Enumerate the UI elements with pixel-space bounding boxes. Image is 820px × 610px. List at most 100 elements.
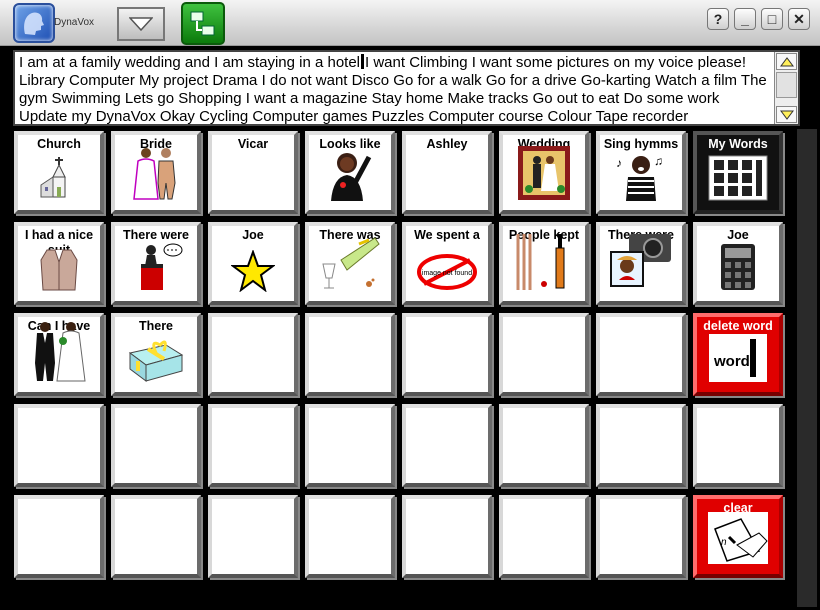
grid-button-i-had-a-nice-suit[interactable]: I had a nice suit — [14, 222, 104, 305]
message-text-before-caret: I am at a family wedding and I am stayin… — [19, 54, 361, 71]
help-icon: ? — [713, 11, 723, 27]
grid-button-delete-word[interactable]: delete word word — [693, 313, 783, 396]
grid-button-bride[interactable]: Bride — [111, 131, 201, 214]
grid-button-empty[interactable] — [208, 404, 298, 487]
svg-text:n: n — [721, 537, 727, 548]
message-scrollbar[interactable] — [774, 52, 798, 124]
speaking-head-icon — [24, 12, 44, 35]
grid-button-empty[interactable] — [305, 404, 395, 487]
dynavox-logo-button[interactable] — [13, 3, 55, 43]
grid-button-people-kept[interactable]: People kept — [499, 222, 589, 305]
clear-hand-icon: n — [707, 511, 769, 570]
grid-button-joe[interactable]: Joe — [208, 222, 298, 305]
grid-button-my-words[interactable]: My Words — [693, 131, 783, 214]
grid-button-there[interactable]: There — [111, 313, 201, 396]
grid-button-there-were[interactable]: There were — [111, 222, 201, 305]
button-label: Church — [37, 137, 81, 151]
suit-icon — [39, 248, 79, 297]
singing-person-icon: ♪ ♫ — [616, 151, 666, 206]
grid-button-joe[interactable]: Joe — [693, 222, 783, 305]
grid-button-can-i-have[interactable]: Can I have — [14, 313, 104, 396]
grid-button-we-spent-a[interactable]: We spent a image not found — [402, 222, 492, 305]
grid-button-empty[interactable] — [693, 404, 783, 487]
button-label: Vicar — [237, 137, 269, 151]
scroll-thumb[interactable] — [776, 72, 797, 98]
button-label: Joe — [727, 228, 749, 242]
grid-button-empty[interactable] — [14, 404, 104, 487]
button-label: We spent a — [414, 228, 480, 242]
grid-button-empty[interactable] — [499, 404, 589, 487]
grid-button-empty[interactable] — [596, 404, 686, 487]
image-not-found-icon: image not found — [416, 252, 478, 297]
church-icon — [39, 155, 79, 206]
page-flow-icon — [190, 11, 215, 36]
button-label: Joe — [242, 228, 264, 242]
gift-icon — [126, 333, 186, 388]
grid-button-empty[interactable] — [499, 495, 589, 578]
grid-button-empty[interactable] — [111, 495, 201, 578]
grid-button-empty[interactable] — [402, 313, 492, 396]
grid-button-wedding[interactable]: Wedding — [499, 131, 589, 214]
grid-button-empty[interactable] — [208, 495, 298, 578]
champagne-icon — [319, 234, 381, 297]
close-button[interactable]: ✕ — [788, 8, 810, 30]
button-label: My Words — [708, 137, 768, 151]
person-pointing-icon — [325, 149, 375, 206]
help-button[interactable]: ? — [707, 8, 729, 30]
arrow-down-icon — [780, 110, 794, 120]
speaker-podium-icon — [129, 242, 183, 297]
grid-button-there-were[interactable]: There were — [596, 222, 686, 305]
menu-dropdown-button[interactable] — [117, 7, 165, 41]
scroll-down-button[interactable] — [776, 106, 797, 123]
svg-text:♪: ♪ — [616, 156, 622, 170]
grid-button-empty[interactable] — [208, 313, 298, 396]
button-label: There — [138, 319, 174, 333]
grid-button-looks-like[interactable]: Looks like — [305, 131, 395, 214]
scroll-up-button[interactable] — [776, 53, 797, 70]
arrow-up-icon — [780, 57, 794, 67]
chevron-down-icon — [129, 17, 153, 31]
close-icon: ✕ — [793, 10, 805, 27]
grid-button-empty[interactable] — [402, 404, 492, 487]
grid-button-empty[interactable] — [111, 404, 201, 487]
grid-button-empty[interactable] — [305, 495, 395, 578]
delete-word-icon: word — [708, 333, 768, 388]
camera-icon — [609, 230, 673, 297]
button-label: There were — [122, 228, 189, 242]
svg-text:♫: ♫ — [654, 154, 663, 168]
word-image-text: word — [713, 353, 750, 370]
grid-button-empty[interactable] — [14, 495, 104, 578]
wedding-photo-icon — [517, 145, 571, 206]
text-caret — [361, 54, 365, 69]
grid-button-sing-hymms[interactable]: Sing hymms ♪ ♫ — [596, 131, 686, 214]
maximize-button[interactable]: □ — [761, 8, 783, 30]
button-grid: Church Bride Vicar Looks like Ashley Wedding S… — [14, 131, 794, 594]
button-label: delete word — [703, 319, 773, 333]
grid-button-church[interactable]: Church — [14, 131, 104, 214]
maximize-icon: □ — [767, 11, 777, 27]
bride-groom-icon — [128, 143, 184, 206]
wedding-couple-icon — [29, 319, 89, 388]
grid-button-clear[interactable]: clear n — [693, 495, 783, 578]
grid-button-empty[interactable] — [499, 313, 589, 396]
button-label: Sing hymms — [603, 137, 679, 151]
message-text[interactable]: I am at a family wedding and I am stayin… — [19, 54, 771, 124]
not-found-text: image not found — [422, 270, 472, 277]
minimize-icon: _ — [741, 11, 749, 27]
minimize-button[interactable]: _ — [734, 8, 756, 30]
message-window[interactable]: I am at a family wedding and I am stayin… — [13, 50, 800, 126]
button-label: Ashley — [426, 137, 468, 151]
grid-button-empty[interactable] — [402, 495, 492, 578]
grid-button-empty[interactable] — [596, 495, 686, 578]
grid-frame-edge — [797, 129, 817, 607]
title-bar: DynaVox ? _ □ ✕ — [0, 0, 820, 46]
calculator-icon — [719, 242, 757, 297]
cricket-icon — [512, 230, 576, 297]
grid-button-empty[interactable] — [596, 313, 686, 396]
grid-button-there-was[interactable]: There was — [305, 222, 395, 305]
page-navigation-button[interactable] — [181, 2, 225, 45]
app-name: DynaVox — [54, 17, 95, 28]
grid-button-empty[interactable] — [305, 313, 395, 396]
grid-button-ashley[interactable]: Ashley — [402, 131, 492, 214]
grid-button-vicar[interactable]: Vicar — [208, 131, 298, 214]
